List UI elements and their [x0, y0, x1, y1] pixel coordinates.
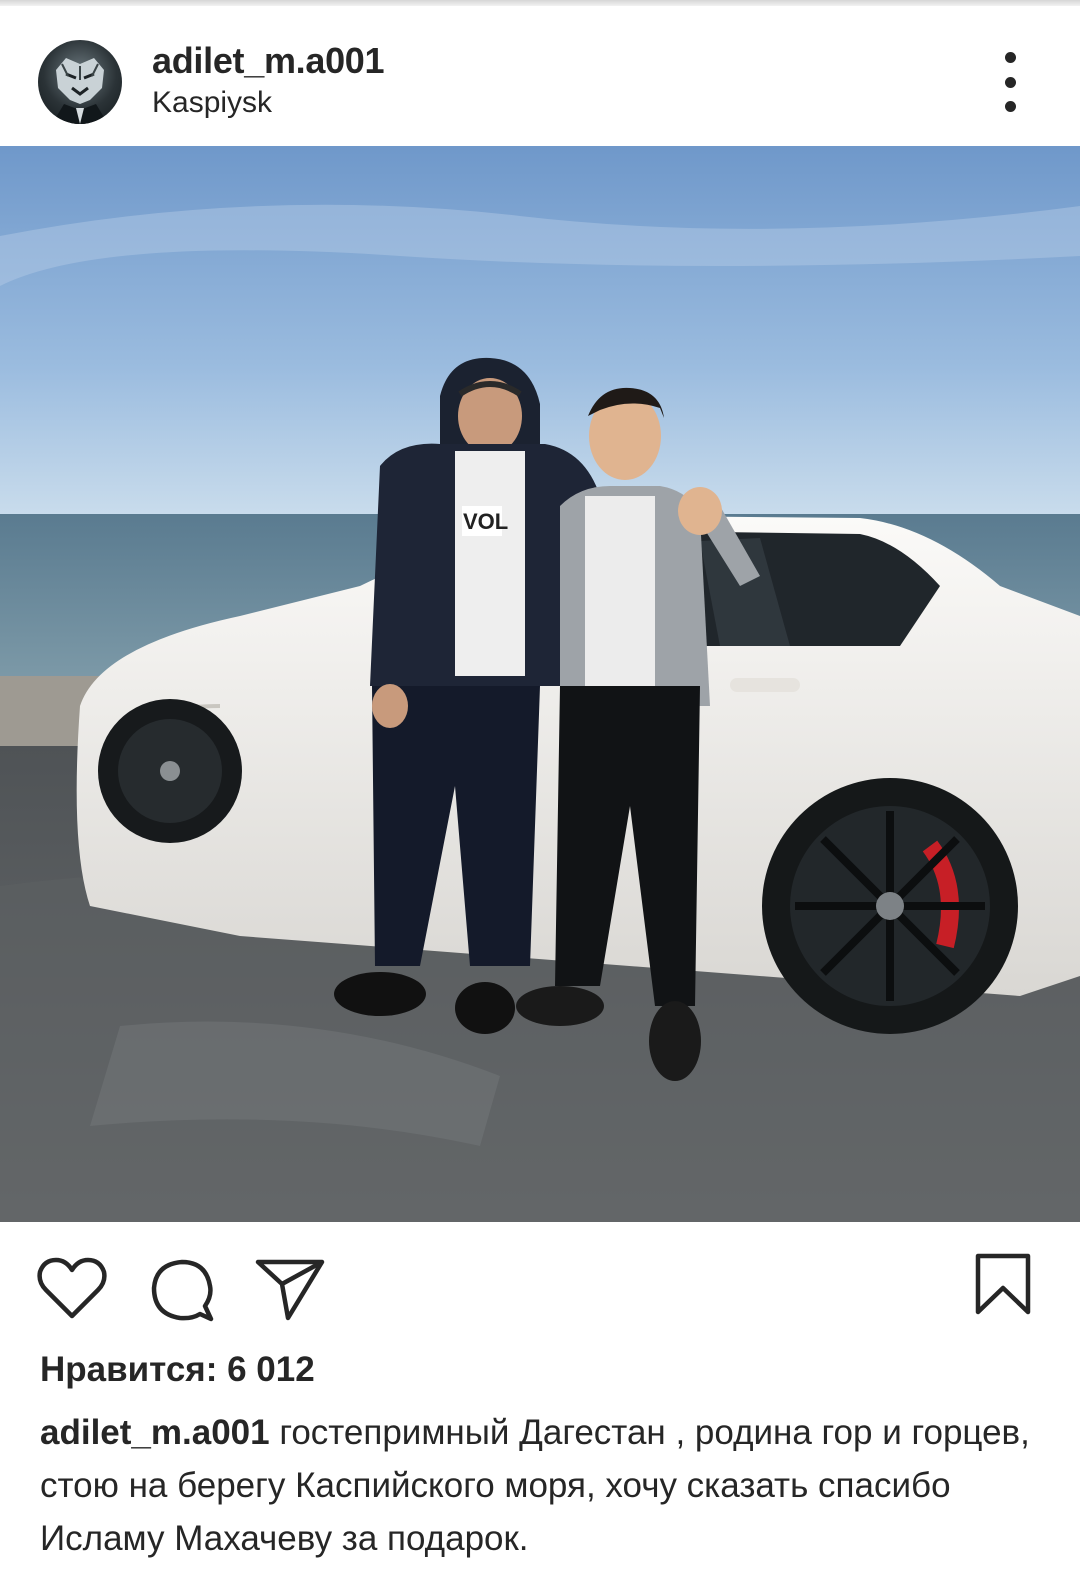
more-vertical-icon [1004, 52, 1016, 63]
photo-illustration: VOL [0, 146, 1080, 1222]
comment-icon[interactable] [148, 1256, 218, 1326]
bookmark-icon[interactable] [972, 1252, 1034, 1318]
post-actions [0, 1222, 1080, 1342]
tiger-avatar-icon [52, 58, 108, 124]
shirt-logo-text: VOL [463, 509, 508, 534]
likes-count[interactable]: Нравится: 6 012 [40, 1350, 315, 1390]
caption-username[interactable]: adilet_m.a001 [40, 1413, 270, 1452]
heart-icon[interactable] [36, 1256, 108, 1322]
post-username[interactable]: adilet_m.a001 [152, 40, 385, 82]
post-location[interactable]: Kaspiysk [152, 86, 272, 120]
post-caption: adilet_m.a001 гостепримный Дагестан , ро… [40, 1406, 1050, 1565]
post-photo[interactable]: VOL [0, 146, 1080, 1222]
post-header: adilet_m.a001 Kaspiysk [0, 6, 1080, 146]
avatar[interactable] [38, 40, 122, 124]
more-options-button[interactable] [988, 52, 1032, 112]
share-icon[interactable] [254, 1256, 326, 1322]
